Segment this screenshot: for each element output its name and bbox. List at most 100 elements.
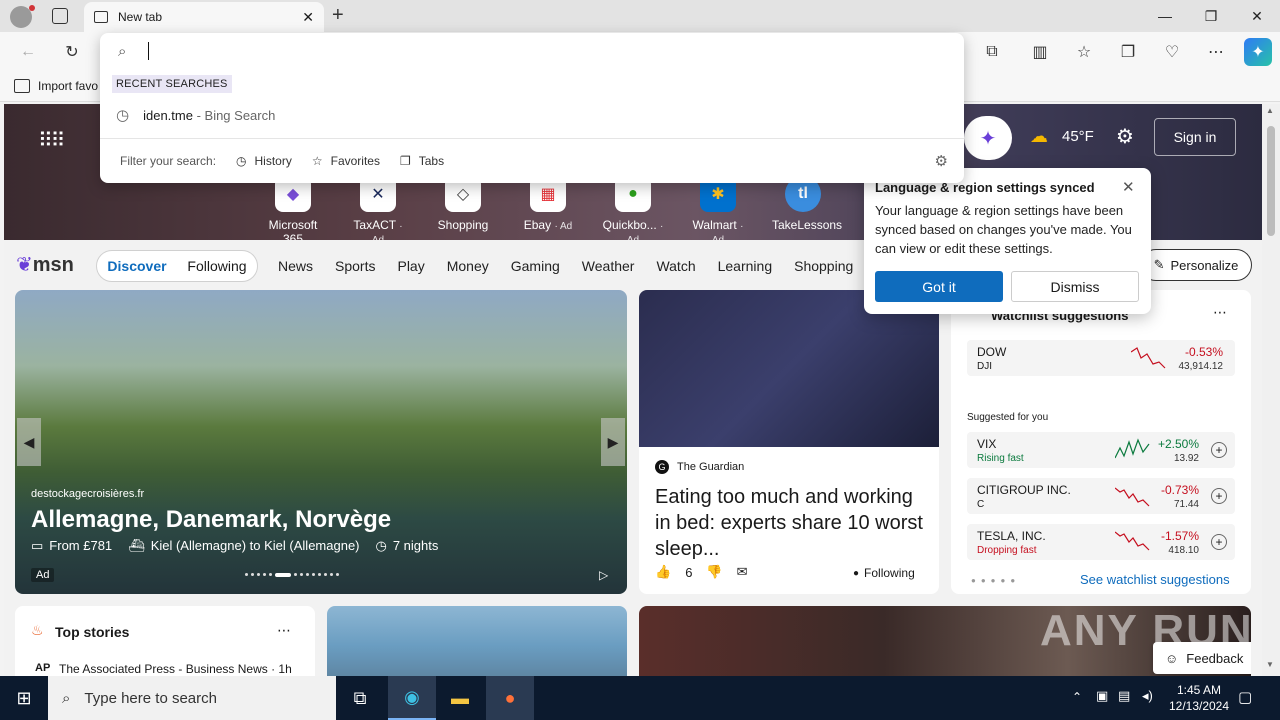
tab-discover[interactable]: Discover: [107, 258, 166, 274]
news-headline[interactable]: Eating too much and working in bed: expe…: [655, 484, 925, 562]
favorites-icon[interactable]: ☆: [1070, 38, 1098, 66]
close-window-button[interactable]: ✕: [1234, 0, 1280, 32]
taskbar-search-placeholder: Type here to search: [84, 689, 217, 707]
filter-history[interactable]: ◷ History: [236, 154, 292, 168]
hero-title[interactable]: Allemagne, Danemark, Norvège: [31, 506, 391, 534]
shortcut-takelessons[interactable]: tl TakeLessons: [772, 176, 842, 232]
shortcut-quickbooks[interactable]: ●Quickbo... · Ad: [602, 176, 664, 246]
tab-new-tab[interactable]: New tab ✕: [84, 2, 324, 32]
notifications-icon[interactable]: ▢: [1238, 688, 1252, 706]
scroll-down-icon[interactable]: ▼: [1266, 660, 1274, 669]
nav-money[interactable]: Money: [447, 258, 489, 274]
apps-grid-icon[interactable]: ⠿⠿: [38, 128, 65, 153]
scroll-thumb[interactable]: [1267, 126, 1275, 236]
carousel-dots[interactable]: [245, 572, 395, 577]
top-story-source[interactable]: The Associated Press - Business News · 1…: [59, 662, 292, 676]
shortcut-ebay[interactable]: ▦ Ebay · Ad: [517, 176, 579, 232]
collections-icon[interactable]: ❐: [1114, 38, 1142, 66]
nav-sports[interactable]: Sports: [335, 258, 375, 274]
watchlist-row-citigroup[interactable]: CITIGROUP INC. C -0.73% 71.44 +: [967, 478, 1235, 514]
watchlist-row-vix[interactable]: VIX Rising fast +2.50% 13.92 +: [967, 432, 1235, 468]
windows-start-icon[interactable]: ⊞: [0, 676, 48, 720]
close-icon[interactable]: ✕: [1122, 178, 1135, 196]
watchlist-row-dow[interactable]: DOW DJI -0.53% 43,914.12: [967, 340, 1235, 376]
nav-watch[interactable]: Watch: [656, 258, 695, 274]
castle-story-card[interactable]: [327, 606, 627, 676]
clock-time: 1:45 AM: [1176, 683, 1222, 697]
add-icon[interactable]: +: [1211, 534, 1227, 550]
more-options-icon[interactable]: ⋯: [1213, 304, 1227, 321]
nav-play[interactable]: Play: [397, 258, 424, 274]
device-icon[interactable]: ▣: [1096, 688, 1108, 704]
add-icon[interactable]: +: [1211, 488, 1227, 504]
file-explorer-icon[interactable]: ▬: [436, 676, 484, 720]
news-source-name: The Guardian: [677, 461, 745, 473]
volume-icon[interactable]: ◂): [1142, 688, 1153, 704]
featured-ad-card[interactable]: ◀ ▶ destockagecroisières.fr Allemagne, D…: [15, 290, 627, 594]
minimize-button[interactable]: —: [1142, 0, 1188, 32]
shortcut-walmart[interactable]: ✱Walmart · Ad: [687, 176, 749, 246]
filter-favorites[interactable]: ☆ Favorites: [312, 154, 380, 168]
carousel-next-icon[interactable]: ▶: [601, 418, 625, 466]
more-options-icon[interactable]: ⋯: [277, 622, 291, 639]
task-view-icon[interactable]: ⧉: [336, 676, 384, 720]
show-hidden-icons[interactable]: ⌃: [1072, 690, 1082, 704]
top-stories-card: ♨ Top stories ⋯ AP The Associated Press …: [15, 606, 315, 676]
sign-in-button[interactable]: Sign in: [1154, 118, 1236, 156]
comment-icon[interactable]: ✉: [737, 564, 748, 580]
refresh-icon[interactable]: ↻: [58, 38, 86, 66]
like-icon[interactable]: 👍: [655, 564, 671, 580]
copilot-icon[interactable]: ✦: [964, 116, 1012, 160]
tab-actions-icon[interactable]: [52, 8, 68, 24]
shortcut-taxact[interactable]: ✕TaxACT · Ad: [347, 176, 409, 246]
see-watchlist-link[interactable]: See watchlist suggestions: [1080, 572, 1230, 587]
settings-gear-icon[interactable]: ⚙: [935, 152, 948, 170]
got-it-button[interactable]: Got it: [875, 271, 1003, 302]
import-favorites-link[interactable]: Import favo: [38, 79, 98, 93]
edge-icon[interactable]: ◉: [388, 676, 436, 720]
taskbar-clock[interactable]: 1:45 AM 12/13/2024: [1166, 682, 1232, 714]
stock-symbol: TESLA, INC.: [977, 529, 1046, 543]
browser-essentials-icon[interactable]: ♡: [1158, 38, 1186, 66]
stock-sub: Rising fast: [977, 453, 1024, 464]
filter-tabs-label: Tabs: [418, 154, 445, 168]
recent-search-item[interactable]: ◷ iden.tme - Bing Search: [100, 99, 964, 131]
watchlist-row-tesla[interactable]: TESLA, INC. Dropping fast -1.57% 418.10 …: [967, 524, 1235, 560]
nav-news[interactable]: News: [278, 258, 313, 274]
nav-learning[interactable]: Learning: [718, 258, 773, 274]
vertical-scrollbar[interactable]: ▲ ▼: [1262, 104, 1280, 676]
tab-following[interactable]: Following: [187, 258, 246, 274]
adchoices-icon[interactable]: ▷: [599, 568, 608, 582]
firefox-icon[interactable]: ●: [486, 676, 534, 720]
page-settings-icon[interactable]: ⚙: [1116, 124, 1134, 149]
more-options-icon[interactable]: ⋯: [1202, 38, 1230, 66]
msn-logo[interactable]: ❦msn: [16, 252, 74, 277]
following-status[interactable]: ● Following: [853, 566, 915, 580]
copilot-icon[interactable]: ✦: [1244, 38, 1272, 66]
weather-temp[interactable]: 45°F: [1062, 128, 1094, 145]
shortcut-shopping[interactable]: ◇ Shopping: [432, 176, 494, 232]
taskbar-search[interactable]: ⌕ Type here to search: [48, 676, 336, 720]
nav-gaming[interactable]: Gaming: [511, 258, 560, 274]
news-card[interactable]: G The Guardian Eating too much and worki…: [639, 290, 939, 594]
watchlist-pager-dots[interactable]: ●●●●●: [971, 576, 1020, 585]
carousel-prev-icon[interactable]: ◀: [17, 418, 41, 466]
nav-shopping[interactable]: Shopping: [794, 258, 853, 274]
dismiss-button[interactable]: Dismiss: [1011, 271, 1139, 302]
filter-tabs[interactable]: ❐ Tabs: [400, 154, 444, 168]
nav-weather[interactable]: Weather: [582, 258, 635, 274]
split-screen-icon[interactable]: ▥: [1026, 38, 1054, 66]
network-icon[interactable]: ▤: [1118, 688, 1130, 704]
maximize-button[interactable]: ❐: [1188, 0, 1234, 32]
shortcut-microsoft-365[interactable]: ◆ Microsoft 365: [262, 176, 324, 246]
dislike-icon[interactable]: 👎: [706, 564, 722, 580]
personalize-button[interactable]: ✎ Personalize: [1140, 249, 1252, 281]
ad-label: · Ad: [554, 221, 573, 232]
add-icon[interactable]: +: [1211, 442, 1227, 458]
address-input[interactable]: [148, 42, 149, 60]
close-tab-icon[interactable]: ✕: [302, 9, 314, 26]
new-tab-button[interactable]: +: [332, 4, 344, 27]
extensions-icon[interactable]: ⧉: [978, 38, 1006, 66]
scroll-up-icon[interactable]: ▲: [1266, 106, 1274, 115]
back-icon[interactable]: ←: [14, 38, 42, 66]
